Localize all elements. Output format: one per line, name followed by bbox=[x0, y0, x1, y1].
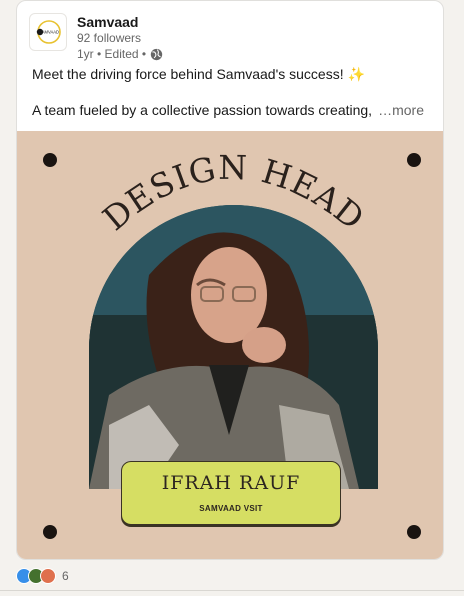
portrait-illustration bbox=[89, 205, 378, 489]
social-counts[interactable]: 6 bbox=[16, 568, 69, 584]
portrait-frame bbox=[89, 205, 378, 489]
post-image[interactable]: DESIGN HEAD IFRAH RAUF SAMVAAD VSIT bbox=[17, 131, 443, 559]
post-text-line: A team fueled by a collective passion to… bbox=[32, 102, 373, 118]
post-meta: 1yr • Edited • bbox=[77, 47, 164, 62]
love-icon bbox=[40, 568, 56, 584]
name-card: IFRAH RAUF SAMVAAD VSIT bbox=[121, 461, 341, 525]
globe-icon bbox=[150, 48, 164, 62]
post-card: SAMVAAD Samvaad 92 followers 1yr • Edite… bbox=[16, 0, 444, 560]
company-logo[interactable]: SAMVAAD bbox=[29, 13, 67, 51]
author-name[interactable]: Samvaad bbox=[77, 13, 138, 31]
member-subtitle: SAMVAAD VSIT bbox=[199, 504, 263, 513]
divider bbox=[0, 590, 464, 591]
corner-dot bbox=[407, 525, 421, 539]
follower-count: 92 followers bbox=[77, 31, 142, 45]
samvaad-logo-icon: SAMVAAD bbox=[36, 20, 61, 44]
corner-dot bbox=[43, 525, 57, 539]
reaction-count: 6 bbox=[62, 569, 69, 583]
post-header: SAMVAAD Samvaad 92 followers 1yr • Edite… bbox=[29, 13, 433, 61]
post-text-line: Meet the driving force behind Samvaad's … bbox=[32, 66, 365, 82]
reaction-icons bbox=[16, 568, 56, 584]
member-name: IFRAH RAUF bbox=[161, 472, 301, 494]
see-more-button[interactable]: …more bbox=[378, 101, 424, 119]
logo-wordmark: SAMVAAD bbox=[39, 30, 59, 35]
post-body: Meet the driving force behind Samvaad's … bbox=[32, 65, 432, 119]
post-timestamp: 1yr • Edited • bbox=[77, 47, 147, 61]
